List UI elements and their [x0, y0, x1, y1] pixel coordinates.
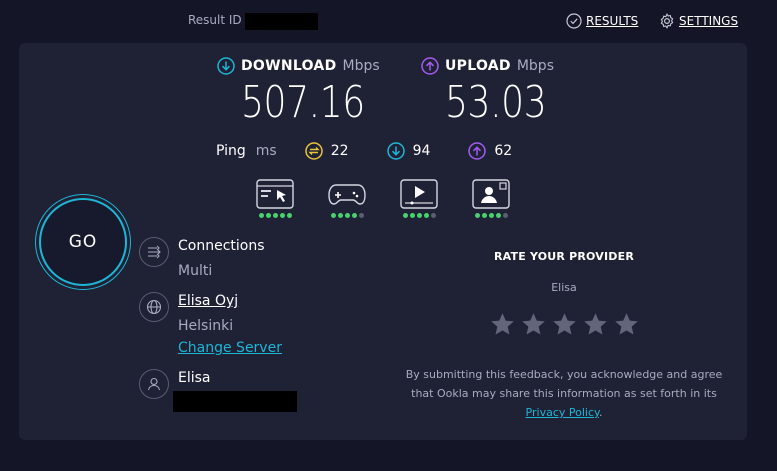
upload-label: UPLOAD [445, 58, 511, 74]
check-circle-icon [566, 13, 582, 29]
rating-dots [330, 213, 364, 218]
go-button-label: GO [39, 198, 127, 286]
rating-dots [258, 213, 292, 218]
star-icon-2[interactable] [520, 311, 547, 338]
star-rating[interactable] [489, 311, 640, 338]
ping-label: Ping [216, 143, 246, 159]
feedback-disclaimer: By submitting this feedback, you acknowl… [405, 365, 723, 422]
upload-arrow-icon [421, 57, 439, 75]
rating-dots [474, 213, 508, 218]
gaming-icon [328, 184, 366, 205]
rate-provider-name: Elisa [551, 281, 577, 294]
gear-icon [660, 13, 674, 29]
usecase-video-streaming[interactable] [400, 179, 438, 218]
download-arrow-icon [217, 57, 235, 75]
ping-upload-value: 62 [494, 143, 513, 159]
privacy-policy-link[interactable]: Privacy Policy [526, 406, 599, 419]
results-link[interactable]: RESULTS [566, 13, 638, 29]
disclaimer-period: . [598, 406, 603, 419]
download-label: DOWNLOAD [241, 58, 337, 74]
globe-icon [139, 292, 169, 322]
upload-unit: Mbps [516, 58, 554, 74]
connections-title: Connections [178, 238, 265, 254]
top-bar: Result ID RESULTS SETTINGS [0, 0, 777, 42]
video-chat-icon [472, 179, 510, 209]
server-location: Helsinki [178, 318, 234, 334]
settings-link[interactable]: SETTINGS [659, 13, 738, 29]
change-server-link[interactable]: Change Server [178, 340, 282, 356]
ping-download-value: 94 [412, 143, 431, 159]
star-icon-5[interactable] [613, 311, 640, 338]
star-icon-1[interactable] [489, 311, 516, 338]
ping-upload: 62 [468, 142, 512, 160]
web-browsing-icon [256, 179, 294, 209]
star-icon-4[interactable] [582, 311, 609, 338]
idle-latency-icon [304, 142, 323, 160]
result-id-label: Result ID [188, 13, 242, 27]
results-label: RESULTS [586, 14, 639, 28]
go-button[interactable]: GO [35, 194, 131, 290]
video-streaming-icon [400, 179, 438, 209]
ping-idle-value: 22 [330, 143, 349, 159]
provider-name: Elisa [178, 370, 211, 386]
rating-dots [402, 213, 436, 218]
usecase-video-chat[interactable] [472, 179, 510, 218]
ping-download: 94 [386, 142, 431, 160]
connections-value: Multi [178, 263, 213, 279]
settings-label: SETTINGS [679, 14, 739, 28]
ping-idle: 22 [304, 142, 349, 160]
upload-latency-icon [468, 142, 487, 160]
connections-icon [139, 237, 169, 267]
upload-header: UPLOAD Mbps [421, 57, 554, 75]
download-unit: Mbps [342, 58, 380, 74]
ping-row: Ping ms 22 94 62 [216, 142, 550, 160]
disclaimer-text: By submitting this feedback, you acknowl… [405, 368, 723, 400]
user-icon [139, 369, 169, 399]
ping-unit: ms [255, 143, 277, 159]
server-name-link[interactable]: Elisa Oyj [178, 293, 238, 309]
upload-speed-value: 53.03 [445, 77, 547, 128]
star-icon-3[interactable] [551, 311, 578, 338]
download-speed-value: 507.16 [241, 77, 365, 128]
rate-provider-title: RATE YOUR PROVIDER [493, 250, 635, 263]
usecase-web-browsing[interactable] [256, 179, 294, 218]
download-latency-icon [386, 142, 405, 160]
result-id-redacted [245, 13, 318, 30]
ip-address-redacted [173, 391, 297, 412]
usecase-gaming[interactable] [328, 179, 366, 218]
download-header: DOWNLOAD Mbps [217, 57, 380, 75]
